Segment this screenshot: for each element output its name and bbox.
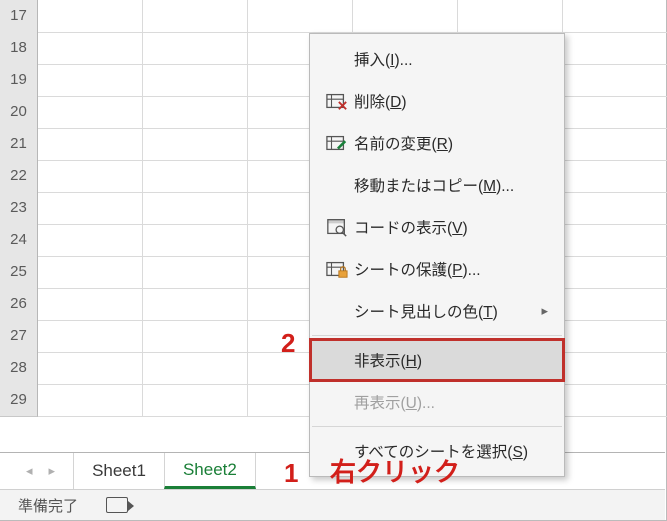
menu-tab-color[interactable]: シート見出しの色(T) ▸: [310, 290, 564, 332]
cell[interactable]: [563, 192, 667, 225]
menu-delete[interactable]: 削除(D): [310, 80, 564, 122]
row-header[interactable]: 24: [0, 224, 38, 257]
row-header[interactable]: 26: [0, 288, 38, 321]
cell[interactable]: [563, 256, 667, 289]
cell[interactable]: [143, 256, 248, 289]
cell[interactable]: [38, 32, 143, 65]
grid-row: 17: [0, 0, 667, 32]
row-header[interactable]: 21: [0, 128, 38, 161]
cell[interactable]: [143, 384, 248, 417]
menu-move-copy[interactable]: 移動またはコピー(M)...: [310, 164, 564, 206]
cell[interactable]: [563, 224, 667, 257]
menu-label: シート見出しの色(T): [354, 300, 541, 322]
tab-next-icon[interactable]: ▸: [49, 463, 56, 479]
menu-separator: [312, 335, 562, 336]
cell[interactable]: [143, 224, 248, 257]
menu-label: 移動またはコピー(M)...: [354, 174, 548, 196]
cell[interactable]: [38, 288, 143, 321]
cell[interactable]: [563, 0, 667, 33]
cell[interactable]: [143, 352, 248, 385]
rename-sheet-icon: [320, 133, 354, 153]
row-header[interactable]: 28: [0, 352, 38, 385]
sheet-context-menu: 挿入(I)... 削除(D) 名前の変更(R) 移動またはコピー(M)... コ…: [309, 33, 565, 477]
cell[interactable]: [563, 64, 667, 97]
row-header[interactable]: 19: [0, 64, 38, 97]
cell[interactable]: [38, 0, 143, 33]
cell[interactable]: [248, 0, 353, 33]
row-header[interactable]: 27: [0, 320, 38, 353]
cell[interactable]: [38, 352, 143, 385]
cell[interactable]: [563, 96, 667, 129]
menu-hide[interactable]: 非表示(H): [310, 339, 564, 381]
cell[interactable]: [38, 224, 143, 257]
cell[interactable]: [38, 160, 143, 193]
cell[interactable]: [563, 352, 667, 385]
row-header[interactable]: 18: [0, 32, 38, 65]
menu-unhide: 再表示(U)...: [310, 381, 564, 423]
cell[interactable]: [38, 384, 143, 417]
menu-separator: [312, 426, 562, 427]
menu-label: 非表示(H): [354, 349, 548, 371]
submenu-arrow-icon: ▸: [541, 303, 548, 319]
cell[interactable]: [563, 320, 667, 353]
cell[interactable]: [143, 64, 248, 97]
cell[interactable]: [563, 32, 667, 65]
row-header[interactable]: 23: [0, 192, 38, 225]
menu-label: 挿入(I)...: [354, 48, 548, 70]
protect-sheet-icon: [320, 259, 354, 279]
delete-sheet-icon: [320, 91, 354, 111]
cell[interactable]: [563, 384, 667, 417]
row-header[interactable]: 25: [0, 256, 38, 289]
menu-insert[interactable]: 挿入(I)...: [310, 38, 564, 80]
cell[interactable]: [563, 160, 667, 193]
cell[interactable]: [563, 288, 667, 321]
annotation-number-2: 2: [281, 328, 295, 359]
macro-record-icon[interactable]: [106, 497, 128, 513]
menu-rename[interactable]: 名前の変更(R): [310, 122, 564, 164]
cell[interactable]: [38, 64, 143, 97]
status-bar: 準備完了: [0, 489, 665, 520]
tab-nav: ◂ ▸: [0, 453, 63, 489]
status-ready-label: 準備完了: [18, 495, 78, 516]
menu-view-code[interactable]: コードの表示(V): [310, 206, 564, 248]
tab-prev-icon[interactable]: ◂: [26, 463, 33, 479]
cell[interactable]: [143, 288, 248, 321]
cell[interactable]: [563, 128, 667, 161]
view-code-icon: [320, 217, 354, 237]
sheet-tab-sheet1[interactable]: Sheet1: [73, 453, 165, 489]
row-header[interactable]: 17: [0, 0, 38, 33]
menu-label: コードの表示(V): [354, 216, 548, 238]
cell[interactable]: [143, 0, 248, 33]
menu-label: 削除(D): [354, 90, 548, 112]
menu-protect-sheet[interactable]: シートの保護(P)...: [310, 248, 564, 290]
annotation-number-1: 1: [284, 458, 298, 489]
cell[interactable]: [38, 320, 143, 353]
cell[interactable]: [353, 0, 458, 33]
cell[interactable]: [143, 128, 248, 161]
cell[interactable]: [38, 128, 143, 161]
cell[interactable]: [458, 0, 563, 33]
cell[interactable]: [143, 32, 248, 65]
row-header[interactable]: 20: [0, 96, 38, 129]
sheet-tab-label: Sheet2: [183, 460, 237, 480]
cell[interactable]: [143, 192, 248, 225]
cell[interactable]: [38, 192, 143, 225]
cell[interactable]: [143, 320, 248, 353]
row-header[interactable]: 29: [0, 384, 38, 417]
menu-label: シートの保護(P)...: [354, 258, 548, 280]
row-header[interactable]: 22: [0, 160, 38, 193]
cell[interactable]: [38, 96, 143, 129]
cell[interactable]: [143, 160, 248, 193]
cell[interactable]: [143, 96, 248, 129]
cell[interactable]: [38, 256, 143, 289]
menu-label: 再表示(U)...: [354, 391, 548, 413]
sheet-tab-label: Sheet1: [92, 461, 146, 481]
annotation-right-click-label: 右クリック: [330, 452, 460, 489]
menu-label: 名前の変更(R): [354, 132, 548, 154]
sheet-tab-sheet2[interactable]: Sheet2: [164, 453, 256, 489]
